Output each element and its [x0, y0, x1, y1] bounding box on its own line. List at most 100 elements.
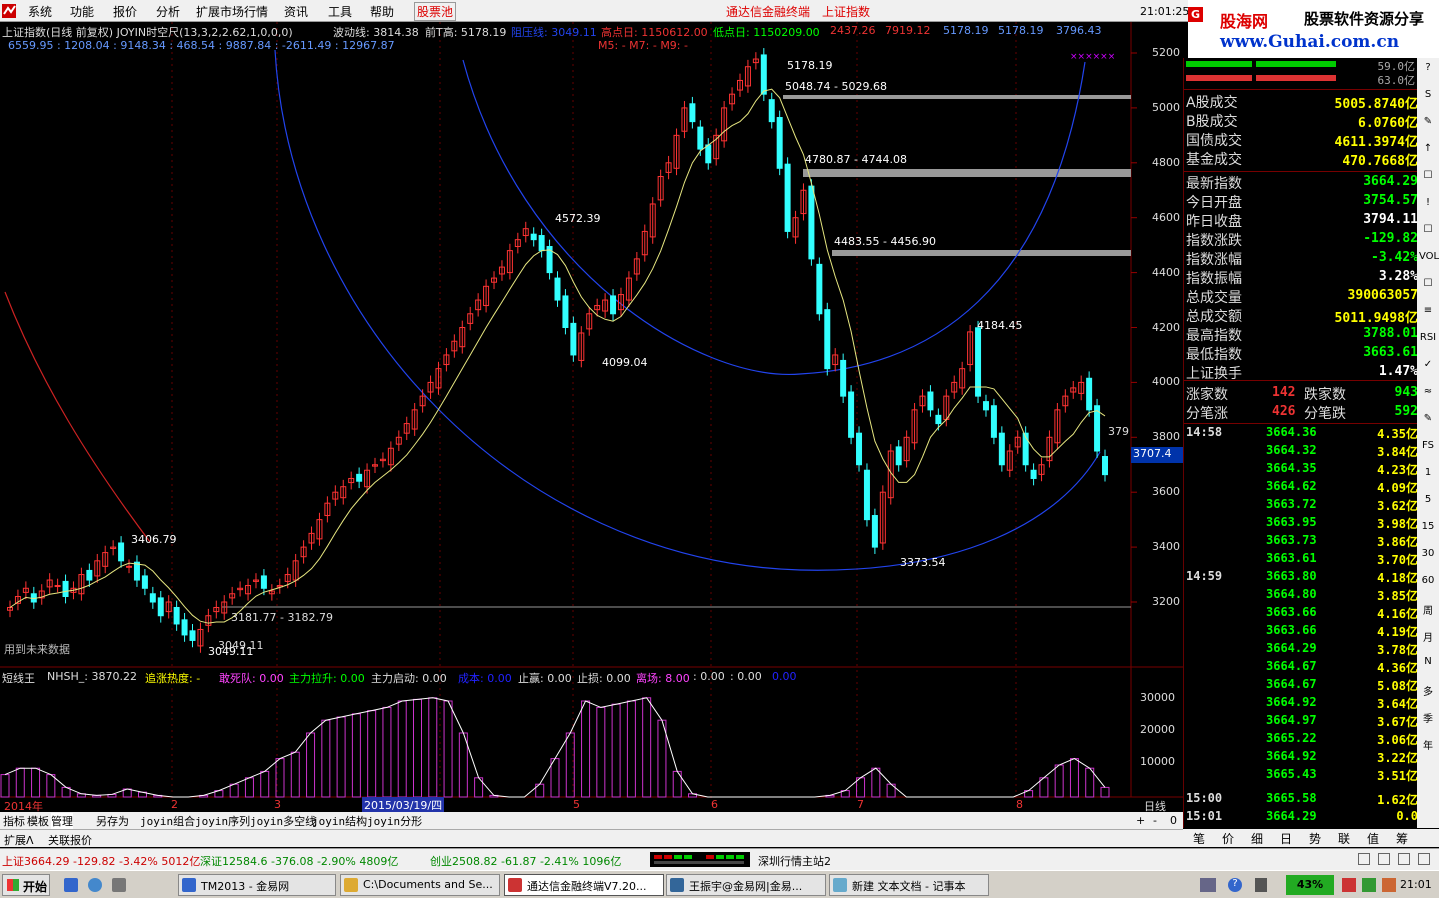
- toolbar-item[interactable]: 1: [1419, 467, 1437, 483]
- tick-row[interactable]: 3664.92 3.64亿: [1186, 695, 1418, 713]
- menu-stock-pool[interactable]: 股票池: [414, 2, 457, 21]
- right-tab[interactable]: 筹: [1396, 830, 1408, 847]
- tick-row[interactable]: 15:01 3664.29 0.0: [1186, 809, 1418, 827]
- status-icon-2[interactable]: [1378, 853, 1390, 865]
- formula-tab[interactable]: 另存为: [96, 813, 129, 829]
- tick-row[interactable]: 3663.73 3.86亿: [1186, 533, 1418, 551]
- toolbar-item[interactable]: 15: [1419, 521, 1437, 537]
- quicklaunch-app-icon[interactable]: [112, 878, 126, 892]
- tick-row[interactable]: 3664.92 3.22亿: [1186, 749, 1418, 767]
- g-icon[interactable]: G: [1188, 7, 1203, 22]
- toolbar-item[interactable]: ☐: [1419, 170, 1437, 186]
- start-button[interactable]: 开始: [2, 874, 50, 896]
- toolbar-item[interactable]: ✎: [1419, 116, 1437, 132]
- status-cy[interactable]: 创业2508.82 -61.87 -2.41% 1096亿: [430, 853, 621, 869]
- tray-app-icon-3[interactable]: [1382, 878, 1396, 892]
- formula-tab[interactable]: 管理: [51, 813, 73, 829]
- tick-row[interactable]: 3664.32 3.84亿: [1186, 443, 1418, 461]
- toolbar-item[interactable]: 60: [1419, 575, 1437, 591]
- tick-row[interactable]: 3663.66 4.16亿: [1186, 605, 1418, 623]
- menu-extended-market[interactable]: 扩展市场行情: [196, 3, 268, 20]
- toolbar-item[interactable]: ☐: [1419, 278, 1437, 294]
- menu-function[interactable]: 功能: [70, 3, 94, 20]
- tick-row[interactable]: 3665.22 3.06亿: [1186, 731, 1418, 749]
- cpu-meter[interactable]: 43%: [1286, 875, 1334, 895]
- tick-row[interactable]: 3664.62 4.09亿: [1186, 479, 1418, 497]
- formula-tab[interactable]: joyin多空线: [250, 813, 316, 829]
- toolbar-item[interactable]: ↑: [1419, 143, 1437, 159]
- tick-row[interactable]: 15:00 3665.58 1.62亿: [1186, 791, 1418, 809]
- toolbar-item[interactable]: N: [1419, 656, 1437, 672]
- tab-extended[interactable]: 扩展Λ: [4, 832, 34, 848]
- tick-row[interactable]: 3663.72 3.62亿: [1186, 497, 1418, 515]
- tick-row[interactable]: 14:58 3664.36 4.35亿: [1186, 425, 1418, 443]
- toolbar-item[interactable]: RSI: [1419, 332, 1437, 348]
- formula-tab[interactable]: 模板: [27, 813, 49, 829]
- menu-info[interactable]: 资讯: [284, 3, 308, 20]
- toolbar-item[interactable]: ≡: [1419, 305, 1437, 321]
- taskbar-item[interactable]: 通达信金融终端V7.20...: [504, 874, 664, 896]
- toolbar-item[interactable]: VOL: [1419, 251, 1439, 267]
- tick-row[interactable]: 3664.97 3.67亿: [1186, 713, 1418, 731]
- right-tab[interactable]: 势: [1309, 830, 1321, 847]
- status-icon-1[interactable]: [1358, 853, 1370, 865]
- menu-quote[interactable]: 报价: [113, 3, 137, 20]
- menu-help[interactable]: 帮助: [370, 3, 394, 20]
- formula-tab[interactable]: joyin序列: [195, 813, 250, 829]
- tick-row[interactable]: 3663.66 4.19亿: [1186, 623, 1418, 641]
- status-sh[interactable]: 上证3664.29 -129.82 -3.42% 5012亿: [2, 853, 200, 869]
- toolbar-item[interactable]: 周: [1419, 602, 1437, 618]
- quicklaunch-ie-icon[interactable]: [64, 878, 78, 892]
- taskbar-item[interactable]: 新建 文本文档 - 记事本: [829, 874, 989, 896]
- quicklaunch-browser-icon[interactable]: [88, 878, 102, 892]
- right-tab[interactable]: 日: [1280, 830, 1292, 847]
- status-sz[interactable]: 深证12584.6 -376.08 -2.90% 4809亿: [200, 853, 398, 869]
- menu-analysis[interactable]: 分析: [156, 3, 180, 20]
- toolbar-item[interactable]: 年: [1419, 737, 1437, 753]
- right-tab[interactable]: 笔: [1193, 830, 1205, 847]
- tray-volume-icon[interactable]: [1255, 878, 1267, 892]
- status-station[interactable]: 深圳行情主站2: [758, 853, 831, 869]
- toolbar-item[interactable]: !: [1419, 197, 1437, 213]
- tick-row[interactable]: 3664.80 3.85亿: [1186, 587, 1418, 605]
- toolbar-item[interactable]: 5: [1419, 494, 1437, 510]
- right-tab[interactable]: 联: [1338, 830, 1350, 847]
- kline-svg[interactable]: [0, 22, 1183, 810]
- tick-row[interactable]: 3664.35 4.23亿: [1186, 461, 1418, 479]
- menu-system[interactable]: 系统: [28, 3, 52, 20]
- toolbar-item[interactable]: 月: [1419, 629, 1437, 645]
- toolbar-item[interactable]: 30: [1419, 548, 1437, 564]
- tick-row[interactable]: 3663.95 3.98亿: [1186, 515, 1418, 533]
- formula-tab[interactable]: 指标: [3, 813, 25, 829]
- right-tab[interactable]: 值: [1367, 830, 1379, 847]
- menu-tools[interactable]: 工具: [328, 3, 352, 20]
- taskbar-item[interactable]: TM2013 - 金易网: [178, 874, 336, 896]
- zoom-out-icon[interactable]: -: [1153, 814, 1157, 827]
- tick-row[interactable]: 3663.61 3.70亿: [1186, 551, 1418, 569]
- tray-help-icon[interactable]: ?: [1228, 878, 1242, 892]
- zoom-controls[interactable]: + - 0: [1133, 813, 1183, 829]
- zoom-reset-icon[interactable]: 0: [1170, 814, 1177, 827]
- kline-chart-area[interactable]: 上证指数(日线 前复权) JOYIN时空尺(13,3,2,2.62,1,0,0,…: [0, 22, 1183, 813]
- tick-row[interactable]: 3665.43 3.51亿: [1186, 767, 1418, 785]
- toolbar-item[interactable]: ?: [1419, 62, 1437, 78]
- tick-row[interactable]: 3664.67 5.08亿: [1186, 677, 1418, 695]
- formula-tab[interactable]: joyin结构: [312, 813, 367, 829]
- tab-related-quote[interactable]: 关联报价: [48, 832, 92, 848]
- toolbar-item[interactable]: 多: [1419, 683, 1437, 699]
- toolbar-item[interactable]: ≈: [1419, 386, 1437, 402]
- formula-tab[interactable]: joyin分形: [367, 813, 422, 829]
- formula-tab[interactable]: joyin组合: [140, 813, 195, 829]
- toolbar-item[interactable]: ✎: [1419, 413, 1437, 429]
- tick-row[interactable]: 14:59 3663.80 4.18亿: [1186, 569, 1418, 587]
- tray-app-icon-1[interactable]: [1342, 878, 1356, 892]
- status-icon-4[interactable]: [1418, 853, 1430, 865]
- status-icon-3[interactable]: [1398, 853, 1410, 865]
- right-tab[interactable]: 细: [1251, 830, 1263, 847]
- toolbar-item[interactable]: FS: [1419, 440, 1437, 456]
- toolbar-item[interactable]: ✓: [1419, 359, 1437, 375]
- tick-row[interactable]: 3664.67 4.36亿: [1186, 659, 1418, 677]
- toolbar-item[interactable]: S: [1419, 89, 1437, 105]
- zoom-in-icon[interactable]: +: [1136, 814, 1145, 827]
- taskbar-item[interactable]: 王振宇@金易网|金易...: [666, 874, 826, 896]
